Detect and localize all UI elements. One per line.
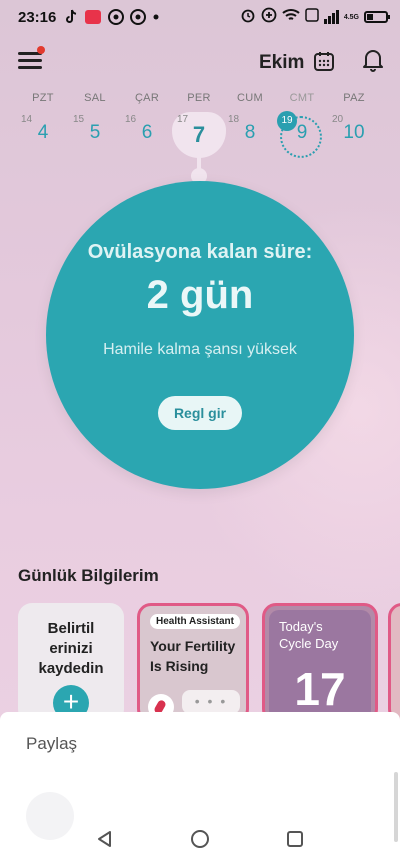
health-assistant-line: Is Rising bbox=[150, 658, 209, 674]
day-number: 5 bbox=[89, 122, 101, 143]
recents-icon[interactable] bbox=[287, 831, 303, 847]
log-symptoms-line: erinizi bbox=[49, 640, 93, 657]
day-name: PZT bbox=[32, 92, 54, 104]
today-badge: 19 bbox=[277, 111, 297, 131]
day-name: CUM bbox=[237, 92, 263, 104]
add-circle-icon bbox=[261, 7, 277, 27]
health-assistant-tag: Health Assistant bbox=[150, 614, 240, 629]
week-strip: PZT 14 4 SAL 15 5 ÇAR 16 6 PER 17 7 CUM … bbox=[0, 92, 400, 152]
network-badge: 4.5G bbox=[343, 13, 359, 21]
volte-icon bbox=[305, 8, 319, 26]
health-assistant-text: Your Fertility Is Rising bbox=[150, 636, 235, 676]
cycle-day-line: Cycle Day bbox=[279, 636, 339, 651]
status-right: 4.5G bbox=[240, 7, 390, 27]
home-icon[interactable] bbox=[191, 830, 209, 848]
share-sheet-title: Paylaş bbox=[26, 734, 78, 753]
app-icon bbox=[84, 9, 102, 25]
day-number: 6 bbox=[141, 122, 153, 143]
day-mon[interactable]: PZT 14 4 bbox=[17, 92, 69, 152]
day-name: CMT bbox=[289, 92, 315, 104]
cycle-day-line: Today's bbox=[279, 619, 323, 634]
app-header: Ekim bbox=[0, 40, 400, 84]
typing-dots: • • • bbox=[182, 690, 240, 714]
day-number: 4 bbox=[37, 122, 49, 143]
log-symptoms-line: kaydedin bbox=[38, 660, 104, 677]
day-sun[interactable]: PAZ 20 10 bbox=[328, 92, 380, 152]
health-assistant-line: Your Fertility bbox=[150, 638, 236, 654]
day-tue[interactable]: SAL 15 5 bbox=[69, 92, 121, 152]
cycle-day-card[interactable]: Today's Cycle Day 17 bbox=[262, 603, 378, 723]
month-label[interactable]: Ekim bbox=[259, 52, 304, 74]
day-thu-selected[interactable]: PER 17 7 bbox=[173, 92, 225, 152]
chrome-icon bbox=[108, 9, 125, 25]
system-nav-bar bbox=[0, 818, 400, 866]
day-name: PER bbox=[187, 92, 211, 104]
notification-dot bbox=[37, 46, 45, 54]
day-number: 7 bbox=[192, 122, 206, 147]
status-time: 23:16 bbox=[18, 8, 57, 26]
bell-icon[interactable] bbox=[362, 48, 384, 77]
day-wed[interactable]: ÇAR 16 6 bbox=[121, 92, 173, 152]
health-assistant-card[interactable]: Health Assistant Your Fertility Is Risin… bbox=[137, 603, 249, 723]
tiktok-icon bbox=[64, 9, 78, 25]
cycle-day-inner: Today's Cycle Day 17 bbox=[269, 610, 371, 720]
day-name: PAZ bbox=[343, 92, 365, 104]
log-symptoms-text: Belirtil erinizi kaydedin bbox=[18, 619, 124, 679]
ovulation-title: Ovülasyona kalan süre: bbox=[87, 241, 313, 263]
ovulation-circle: Ovülasyona kalan süre: 2 gün Hamile kalm… bbox=[46, 181, 354, 489]
chrome-icon bbox=[130, 9, 147, 25]
ovulation-subtitle: Hamile kalma şansı yüksek bbox=[103, 341, 297, 358]
day-name: ÇAR bbox=[134, 92, 160, 104]
signal-icon bbox=[323, 10, 339, 24]
cycle-day-number: 17 bbox=[294, 663, 346, 715]
daily-info-title: Günlük Bilgilerim bbox=[18, 566, 159, 585]
wifi-icon bbox=[282, 8, 300, 26]
calendar-icon[interactable] bbox=[313, 50, 335, 77]
cycle-day-text: Today's Cycle Day bbox=[279, 618, 338, 652]
battery-icon bbox=[364, 11, 390, 23]
alarm-icon bbox=[240, 7, 256, 27]
day-number: 8 bbox=[244, 122, 256, 143]
status-bar: 23:16 4.5G bbox=[0, 0, 400, 34]
app-screen: 23:16 4.5G Ekim PZT 14 4 SAL 15 5 ÇAR 16… bbox=[0, 0, 400, 866]
menu-button[interactable] bbox=[18, 46, 45, 72]
next-card-peek[interactable] bbox=[388, 603, 400, 723]
back-icon[interactable] bbox=[96, 830, 114, 853]
day-number: 10 bbox=[343, 122, 365, 143]
ovulation-days: 2 gün bbox=[146, 273, 254, 317]
log-symptoms-card[interactable]: Belirtil erinizi kaydedin + bbox=[18, 603, 124, 723]
day-name: SAL bbox=[84, 92, 106, 104]
dot-icon bbox=[152, 13, 160, 21]
log-period-button[interactable]: Regl gir bbox=[158, 396, 242, 430]
day-fri[interactable]: CUM 18 8 bbox=[224, 92, 276, 152]
log-symptoms-line: Belirtil bbox=[47, 620, 95, 637]
